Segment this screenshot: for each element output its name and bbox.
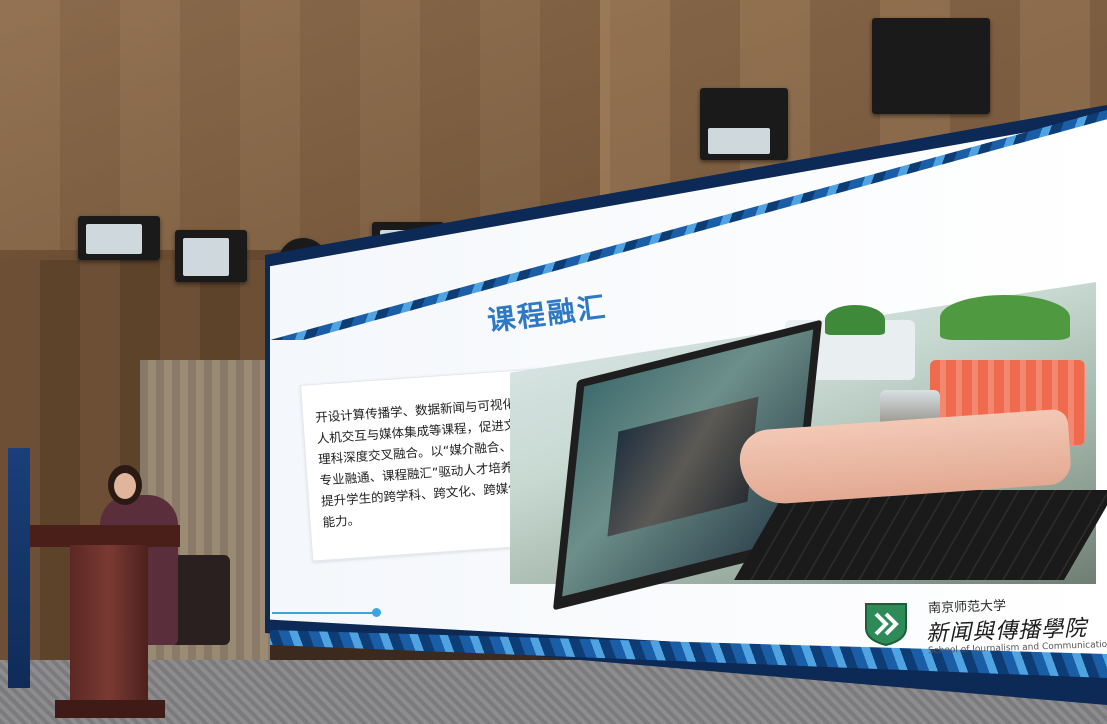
plant [825,305,885,335]
stage-light [175,230,247,282]
slide-progress-dot [372,608,381,617]
side-banner [8,448,30,688]
podium-base [55,700,165,718]
stage-light [700,88,788,160]
laptop-screen-image [607,396,759,537]
speaker-face [114,473,136,499]
podium-column [70,545,148,715]
school-logo-icon [865,603,907,646]
stage-light [78,216,160,260]
podium [30,525,180,718]
laptop-keyboard [734,490,1107,580]
slide-progress-line [272,612,376,614]
stage-light [872,18,990,114]
conference-room-photo: 课程融汇 开设计算传播学、数据新闻与可视化、 人机交互与媒体集成等课程，促进文 … [0,0,1107,724]
podium-top [30,525,180,547]
plant [940,295,1070,340]
